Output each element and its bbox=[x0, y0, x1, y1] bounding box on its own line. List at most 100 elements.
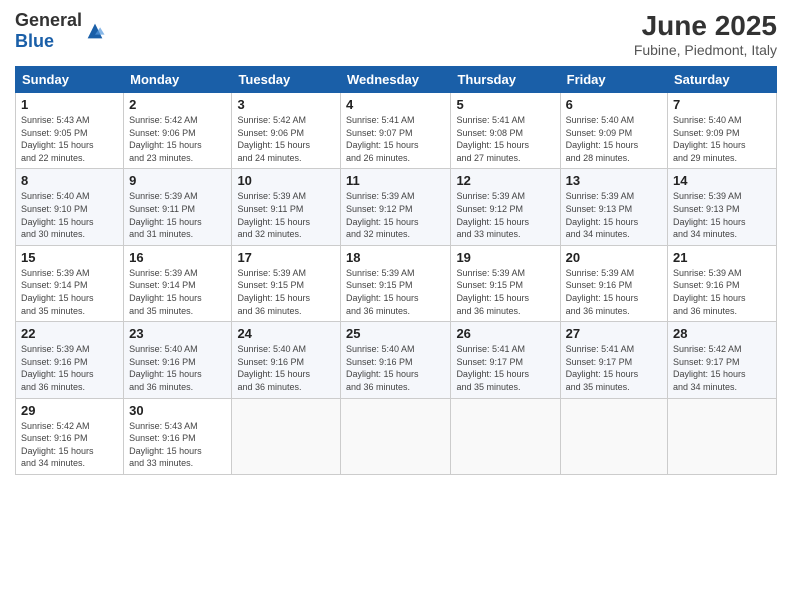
day-number: 9 bbox=[129, 173, 226, 188]
day-info: Sunrise: 5:40 AM Sunset: 9:09 PM Dayligh… bbox=[673, 114, 771, 164]
day-number: 25 bbox=[346, 326, 445, 341]
day-info: Sunrise: 5:42 AM Sunset: 9:17 PM Dayligh… bbox=[673, 343, 771, 393]
calendar-cell bbox=[560, 398, 667, 474]
day-number: 18 bbox=[346, 250, 445, 265]
calendar-cell: 7 Sunrise: 5:40 AM Sunset: 9:09 PM Daylig… bbox=[668, 93, 777, 169]
calendar-cell: 22 Sunrise: 5:39 AM Sunset: 9:16 PM Dayli… bbox=[16, 322, 124, 398]
calendar-week-2: 8Sunrise: 5:40 AM Sunset: 9:10 PM Daylig… bbox=[16, 169, 777, 245]
day-info: Sunrise: 5:39 AM Sunset: 9:12 PM Dayligh… bbox=[456, 190, 554, 240]
weekday-header-saturday: Saturday bbox=[668, 67, 777, 93]
calendar-cell: 8Sunrise: 5:40 AM Sunset: 9:10 PM Daylig… bbox=[16, 169, 124, 245]
calendar-cell: 15 Sunrise: 5:39 AM Sunset: 9:14 PM Dayli… bbox=[16, 245, 124, 321]
day-info: Sunrise: 5:39 AM Sunset: 9:14 PM Dayligh… bbox=[21, 267, 118, 317]
calendar-cell: 28 Sunrise: 5:42 AM Sunset: 9:17 PM Dayli… bbox=[668, 322, 777, 398]
day-info: Sunrise: 5:39 AM Sunset: 9:13 PM Dayligh… bbox=[566, 190, 662, 240]
calendar-week-1: 1Sunrise: 5:43 AM Sunset: 9:05 PM Daylig… bbox=[16, 93, 777, 169]
day-info: Sunrise: 5:39 AM Sunset: 9:11 PM Dayligh… bbox=[237, 190, 335, 240]
day-info: Sunrise: 5:42 AM Sunset: 9:16 PM Dayligh… bbox=[21, 420, 118, 470]
header: General Blue June 2025 Fubine, Piedmont,… bbox=[15, 10, 777, 58]
day-info: Sunrise: 5:43 AM Sunset: 9:05 PM Dayligh… bbox=[21, 114, 118, 164]
day-number: 30 bbox=[129, 403, 226, 418]
page-container: General Blue June 2025 Fubine, Piedmont,… bbox=[0, 0, 792, 485]
day-number: 8 bbox=[21, 173, 118, 188]
calendar-cell: 26 Sunrise: 5:41 AM Sunset: 9:17 PM Dayli… bbox=[451, 322, 560, 398]
day-info: Sunrise: 5:41 AM Sunset: 9:17 PM Dayligh… bbox=[566, 343, 662, 393]
calendar-cell bbox=[232, 398, 341, 474]
day-number: 29 bbox=[21, 403, 118, 418]
day-info: Sunrise: 5:40 AM Sunset: 9:16 PM Dayligh… bbox=[346, 343, 445, 393]
calendar-cell: 30Sunrise: 5:43 AM Sunset: 9:16 PM Dayli… bbox=[124, 398, 232, 474]
day-number: 7 bbox=[673, 97, 771, 112]
day-number: 19 bbox=[456, 250, 554, 265]
calendar-cell: 16Sunrise: 5:39 AM Sunset: 9:14 PM Dayli… bbox=[124, 245, 232, 321]
day-number: 6 bbox=[566, 97, 662, 112]
calendar-cell: 2Sunrise: 5:42 AM Sunset: 9:06 PM Daylig… bbox=[124, 93, 232, 169]
weekday-header-tuesday: Tuesday bbox=[232, 67, 341, 93]
day-number: 17 bbox=[237, 250, 335, 265]
calendar-cell: 29 Sunrise: 5:42 AM Sunset: 9:16 PM Dayli… bbox=[16, 398, 124, 474]
day-info: Sunrise: 5:41 AM Sunset: 9:07 PM Dayligh… bbox=[346, 114, 445, 164]
day-number: 23 bbox=[129, 326, 226, 341]
weekday-header-sunday: Sunday bbox=[16, 67, 124, 93]
day-info: Sunrise: 5:39 AM Sunset: 9:12 PM Dayligh… bbox=[346, 190, 445, 240]
calendar-cell: 19 Sunrise: 5:39 AM Sunset: 9:15 PM Dayli… bbox=[451, 245, 560, 321]
day-info: Sunrise: 5:42 AM Sunset: 9:06 PM Dayligh… bbox=[237, 114, 335, 164]
calendar-cell: 20 Sunrise: 5:39 AM Sunset: 9:16 PM Dayli… bbox=[560, 245, 667, 321]
calendar-cell: 13 Sunrise: 5:39 AM Sunset: 9:13 PM Dayli… bbox=[560, 169, 667, 245]
calendar-cell: 27 Sunrise: 5:41 AM Sunset: 9:17 PM Dayli… bbox=[560, 322, 667, 398]
calendar-cell: 9 Sunrise: 5:39 AM Sunset: 9:11 PM Daylig… bbox=[124, 169, 232, 245]
day-number: 5 bbox=[456, 97, 554, 112]
weekday-header-row: SundayMondayTuesdayWednesdayThursdayFrid… bbox=[16, 67, 777, 93]
day-number: 12 bbox=[456, 173, 554, 188]
day-number: 20 bbox=[566, 250, 662, 265]
calendar-week-4: 22 Sunrise: 5:39 AM Sunset: 9:16 PM Dayli… bbox=[16, 322, 777, 398]
day-number: 3 bbox=[237, 97, 335, 112]
day-info: Sunrise: 5:39 AM Sunset: 9:16 PM Dayligh… bbox=[566, 267, 662, 317]
day-number: 11 bbox=[346, 173, 445, 188]
month-title: June 2025 bbox=[634, 10, 777, 42]
day-number: 27 bbox=[566, 326, 662, 341]
day-number: 15 bbox=[21, 250, 118, 265]
calendar-cell: 11 Sunrise: 5:39 AM Sunset: 9:12 PM Dayli… bbox=[341, 169, 451, 245]
weekday-header-wednesday: Wednesday bbox=[341, 67, 451, 93]
day-number: 14 bbox=[673, 173, 771, 188]
calendar-cell: 4 Sunrise: 5:41 AM Sunset: 9:07 PM Daylig… bbox=[341, 93, 451, 169]
calendar-week-3: 15 Sunrise: 5:39 AM Sunset: 9:14 PM Dayli… bbox=[16, 245, 777, 321]
calendar-cell: 6Sunrise: 5:40 AM Sunset: 9:09 PM Daylig… bbox=[560, 93, 667, 169]
day-info: Sunrise: 5:39 AM Sunset: 9:15 PM Dayligh… bbox=[237, 267, 335, 317]
day-number: 26 bbox=[456, 326, 554, 341]
day-info: Sunrise: 5:39 AM Sunset: 9:15 PM Dayligh… bbox=[456, 267, 554, 317]
calendar-table: SundayMondayTuesdayWednesdayThursdayFrid… bbox=[15, 66, 777, 475]
day-info: Sunrise: 5:39 AM Sunset: 9:16 PM Dayligh… bbox=[21, 343, 118, 393]
day-number: 21 bbox=[673, 250, 771, 265]
day-info: Sunrise: 5:40 AM Sunset: 9:16 PM Dayligh… bbox=[237, 343, 335, 393]
calendar-cell: 23Sunrise: 5:40 AM Sunset: 9:16 PM Dayli… bbox=[124, 322, 232, 398]
day-info: Sunrise: 5:39 AM Sunset: 9:14 PM Dayligh… bbox=[129, 267, 226, 317]
day-info: Sunrise: 5:39 AM Sunset: 9:16 PM Dayligh… bbox=[673, 267, 771, 317]
day-info: Sunrise: 5:39 AM Sunset: 9:15 PM Dayligh… bbox=[346, 267, 445, 317]
calendar-cell: 18 Sunrise: 5:39 AM Sunset: 9:15 PM Dayli… bbox=[341, 245, 451, 321]
calendar-cell bbox=[451, 398, 560, 474]
calendar-cell bbox=[341, 398, 451, 474]
logo-blue: Blue bbox=[15, 31, 54, 51]
calendar-cell: 10Sunrise: 5:39 AM Sunset: 9:11 PM Dayli… bbox=[232, 169, 341, 245]
logo-icon bbox=[84, 20, 106, 42]
day-number: 13 bbox=[566, 173, 662, 188]
day-info: Sunrise: 5:41 AM Sunset: 9:17 PM Dayligh… bbox=[456, 343, 554, 393]
calendar-cell: 12 Sunrise: 5:39 AM Sunset: 9:12 PM Dayli… bbox=[451, 169, 560, 245]
location-title: Fubine, Piedmont, Italy bbox=[634, 42, 777, 58]
calendar-cell: 21 Sunrise: 5:39 AM Sunset: 9:16 PM Dayli… bbox=[668, 245, 777, 321]
weekday-header-monday: Monday bbox=[124, 67, 232, 93]
title-block: June 2025 Fubine, Piedmont, Italy bbox=[634, 10, 777, 58]
day-info: Sunrise: 5:39 AM Sunset: 9:11 PM Dayligh… bbox=[129, 190, 226, 240]
logo-general: General bbox=[15, 10, 82, 30]
day-info: Sunrise: 5:39 AM Sunset: 9:13 PM Dayligh… bbox=[673, 190, 771, 240]
day-number: 24 bbox=[237, 326, 335, 341]
calendar-cell: 25 Sunrise: 5:40 AM Sunset: 9:16 PM Dayli… bbox=[341, 322, 451, 398]
day-number: 28 bbox=[673, 326, 771, 341]
calendar-cell: 24 Sunrise: 5:40 AM Sunset: 9:16 PM Dayli… bbox=[232, 322, 341, 398]
day-number: 4 bbox=[346, 97, 445, 112]
day-number: 22 bbox=[21, 326, 118, 341]
day-info: Sunrise: 5:42 AM Sunset: 9:06 PM Dayligh… bbox=[129, 114, 226, 164]
calendar-cell: 1Sunrise: 5:43 AM Sunset: 9:05 PM Daylig… bbox=[16, 93, 124, 169]
